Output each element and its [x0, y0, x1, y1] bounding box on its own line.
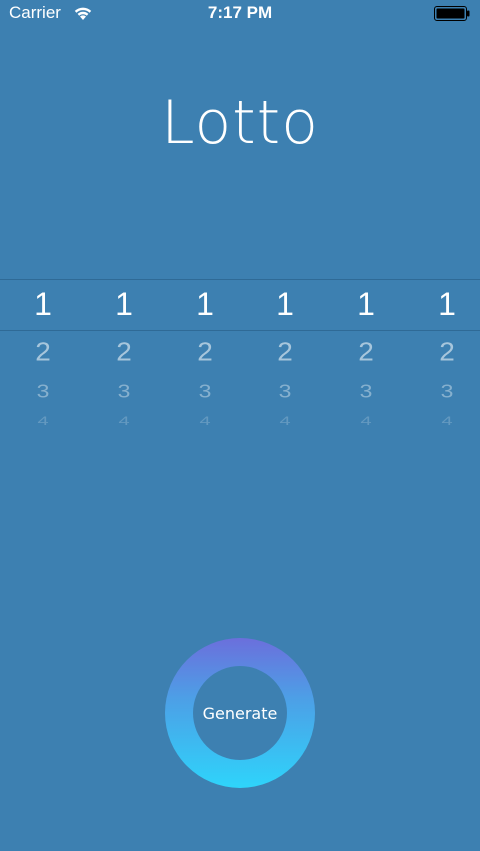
picker-value: 3	[440, 380, 454, 402]
picker-value: 3	[198, 380, 212, 402]
picker-value: 3	[117, 380, 131, 402]
picker-wheel-4[interactable]: 1 2 3 4	[245, 279, 325, 449]
picker-wheel-1[interactable]: 1 2 3 4	[3, 279, 83, 449]
picker-value: 2	[439, 337, 455, 366]
picker-value: 2	[35, 337, 51, 366]
picker-wheel-2[interactable]: 1 2 3 4	[84, 279, 164, 449]
picker-wheel-5[interactable]: 1 2 3 4	[326, 279, 406, 449]
battery-icon	[434, 6, 470, 21]
picker-wheel-6[interactable]: 1 2 3 4	[407, 279, 480, 449]
generate-button-label: Generate	[202, 704, 278, 723]
picker-value: 4	[279, 414, 291, 428]
picker-value: 2	[358, 337, 374, 366]
picker-value: 1	[115, 286, 133, 322]
picker-value: 3	[278, 380, 292, 402]
picker-wheel-3[interactable]: 1 2 3 4	[165, 279, 245, 449]
picker-value: 3	[36, 380, 50, 402]
picker-value: 4	[118, 414, 130, 428]
picker-value: 1	[357, 286, 375, 322]
status-bar: Carrier 7:17 PM	[0, 0, 480, 28]
picker-value: 4	[360, 414, 372, 428]
picker-value: 2	[116, 337, 132, 366]
picker-value: 1	[276, 286, 294, 322]
picker-value: 3	[359, 380, 373, 402]
picker-value: 4	[37, 414, 49, 428]
picker-value: 1	[196, 286, 214, 322]
picker-value: 2	[197, 337, 213, 366]
picker-value: 4	[441, 414, 453, 428]
number-picker[interactable]: 1 2 3 4 1 2 3 4 1 2 3 4 1 2 3 4 1 2 3 4 …	[0, 279, 480, 449]
generate-button[interactable]: Generate	[165, 638, 315, 788]
picker-value: 1	[34, 286, 52, 322]
picker-value: 4	[199, 414, 211, 428]
picker-value: 2	[277, 337, 293, 366]
picker-value: 1	[438, 286, 456, 322]
status-time: 7:17 PM	[207, 3, 273, 22]
app-title: Lotto	[161, 88, 319, 158]
